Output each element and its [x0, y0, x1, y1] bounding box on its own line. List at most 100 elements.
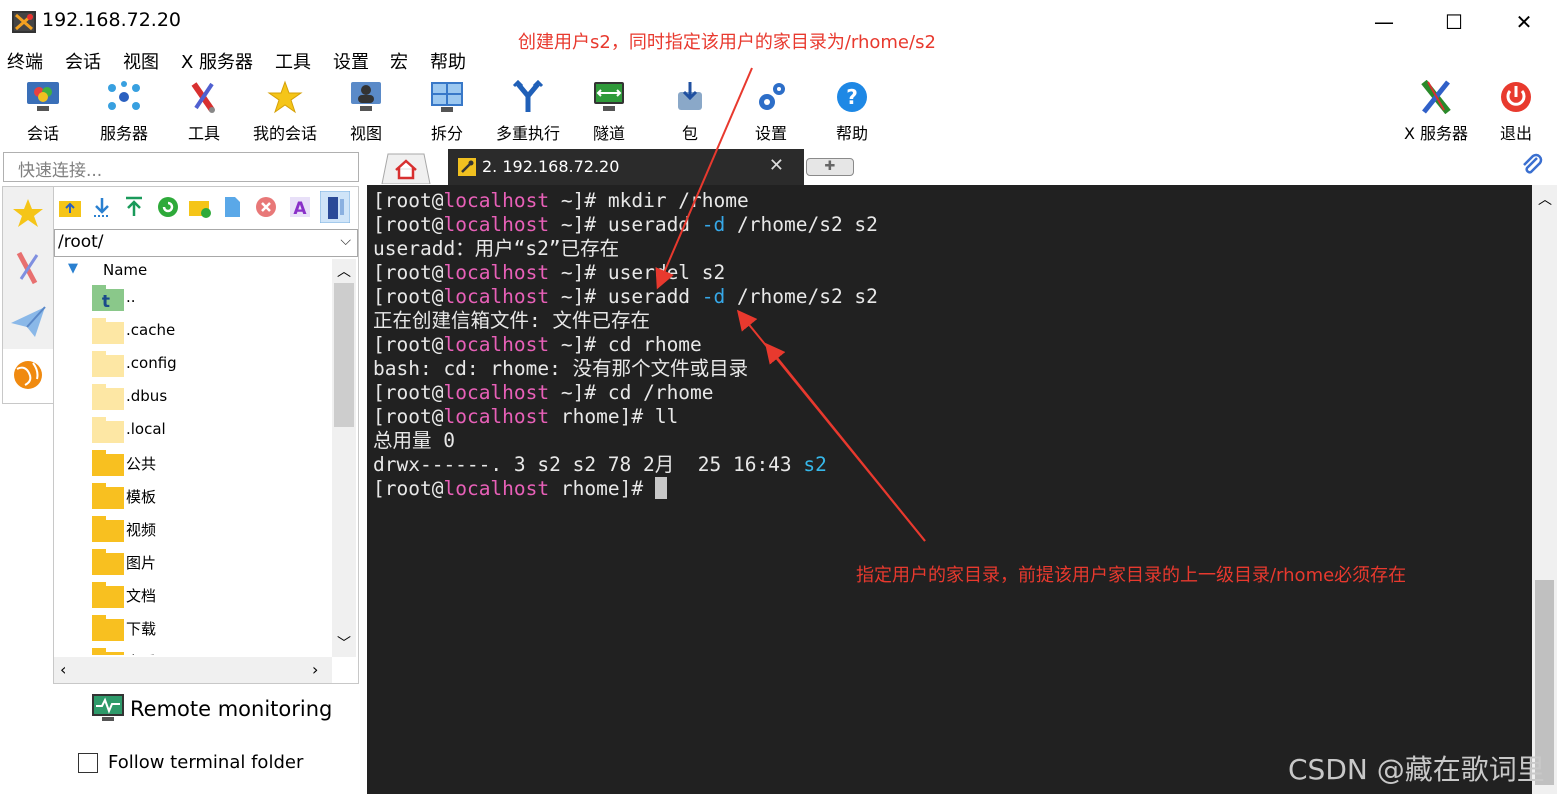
paperclip-icon[interactable]: [1519, 152, 1545, 178]
tab-session-192-168-72-20[interactable]: 2. 192.168.72.20 ✕: [448, 149, 804, 185]
sftp-path-input[interactable]: /root/ ⌵: [54, 229, 358, 257]
list-item[interactable]: .dbus: [90, 382, 330, 415]
minimize-button[interactable]: —: [1364, 8, 1404, 36]
menu-view[interactable]: 视图: [123, 48, 159, 74]
new-file-icon[interactable]: [220, 195, 244, 219]
toolbar-x-server-button[interactable]: X 服务器: [1398, 78, 1474, 144]
folder-icon: [92, 648, 124, 655]
maximize-button[interactable]: ☐: [1434, 8, 1474, 36]
paper-plane-icon: [11, 306, 46, 337]
terminal-view[interactable]: [root@localhost ~]# mkdir /rhome [root@lo…: [367, 185, 1532, 794]
delete-icon[interactable]: [254, 195, 278, 219]
toolbar-multiexec-button[interactable]: 多重执行: [493, 78, 563, 144]
command-text: cd rhome: [596, 333, 702, 356]
menu-terminal[interactable]: 终端: [7, 48, 43, 74]
toolbar-my-sessions-button[interactable]: 我的会话: [250, 78, 320, 144]
tab-close-icon[interactable]: ✕: [769, 155, 784, 176]
toolbar-split-button[interactable]: 拆分: [412, 78, 482, 144]
sidebar-tab-macros[interactable]: [3, 295, 53, 349]
help-icon: ?: [837, 82, 867, 112]
toolbar-settings-button[interactable]: 设置: [736, 78, 806, 144]
quick-connect-input[interactable]: 快速连接...: [3, 152, 359, 182]
new-folder-icon[interactable]: [188, 195, 212, 219]
menu-x-server[interactable]: X 服务器: [181, 48, 253, 74]
scroll-up-icon[interactable]: ︿: [1538, 189, 1552, 209]
menu-tools[interactable]: 工具: [275, 48, 311, 74]
ssh-key-icon: [458, 158, 476, 176]
prompt-dir: rhome: [560, 477, 620, 500]
close-button[interactable]: ✕: [1504, 8, 1544, 36]
home-tab[interactable]: [374, 150, 436, 184]
list-item[interactable]: .local: [90, 415, 330, 448]
toolbar-packages-button[interactable]: 包: [655, 78, 725, 144]
toolbar-help-button[interactable]: ? 帮助: [817, 78, 887, 144]
toolbar-tunneling-button[interactable]: 隧道: [574, 78, 644, 144]
list-item[interactable]: 下载: [90, 613, 330, 646]
prompt-user: root: [384, 261, 432, 284]
menu-sessions[interactable]: 会话: [65, 48, 101, 74]
output-text: drwx------. 3 s2 s2 78 2月 25 16:43: [373, 453, 804, 476]
list-item[interactable]: .cache: [90, 316, 330, 349]
sidebar-tab-sftp[interactable]: [3, 349, 53, 403]
toolbar-tools-button[interactable]: 工具: [169, 78, 239, 144]
list-item[interactable]: .config: [90, 349, 330, 382]
prompt-user: root: [384, 381, 432, 404]
list-item[interactable]: 模板: [90, 481, 330, 514]
list-item[interactable]: 文档: [90, 580, 330, 613]
list-item[interactable]: 公共: [90, 448, 330, 481]
list-item[interactable]: 音乐: [90, 646, 330, 655]
command-text: [643, 477, 655, 500]
follow-terminal-checkbox[interactable]: Follow terminal folder: [78, 752, 303, 773]
file-list-scrollbar[interactable]: ︿ ﹀: [332, 259, 356, 657]
folder-icon: [92, 417, 124, 443]
prompt-symbol: ]#: [572, 333, 597, 356]
chevron-down-icon[interactable]: ⌵: [340, 233, 351, 249]
folder-icon: [92, 318, 124, 344]
annotation-top: 创建用户s2，同时指定该用户的家目录为/rhome/s2: [518, 32, 936, 53]
refresh-icon[interactable]: [156, 195, 180, 219]
toolbar-session-button[interactable]: 会话: [8, 78, 78, 144]
file-list-header[interactable]: ▼ Name: [54, 259, 332, 283]
new-tab-button[interactable]: ✚: [806, 158, 854, 176]
terminal-scrollbar[interactable]: ︿: [1532, 185, 1557, 794]
prompt-user: root: [384, 333, 432, 356]
prompt-dir: ~: [560, 261, 573, 284]
scroll-down-icon[interactable]: ﹀: [337, 633, 351, 653]
sftp-toolbar: A: [54, 187, 358, 227]
star-icon: [13, 199, 43, 227]
properties-icon[interactable]: [320, 191, 350, 223]
menu-help[interactable]: 帮助: [430, 48, 466, 74]
toolbar-view-button[interactable]: 视图: [331, 78, 401, 144]
file-list-hscrollbar[interactable]: ‹ ›: [54, 657, 332, 683]
menu-macros[interactable]: 宏: [390, 48, 408, 74]
prompt-bracket: [: [373, 285, 385, 308]
terminal-line: [root@localhost ~]# useradd -d /rhome/s2…: [373, 285, 878, 309]
prompt-bracket: [: [373, 477, 385, 500]
list-item[interactable]: t ..: [90, 283, 330, 316]
menu-settings[interactable]: 设置: [333, 48, 369, 74]
remote-monitoring-button[interactable]: Remote monitoring: [92, 694, 332, 722]
toolbar-exit-button[interactable]: 退出: [1481, 78, 1551, 144]
terminal-line: bash: cd: rhome: 没有那个文件或目录: [373, 357, 878, 381]
parent-folder-icon[interactable]: [58, 195, 82, 219]
scrollbar-thumb[interactable]: [334, 283, 354, 427]
download-icon[interactable]: [90, 195, 114, 219]
list-item[interactable]: 视频: [90, 514, 330, 547]
toolbar-servers-button[interactable]: 服务器: [89, 78, 159, 144]
scroll-right-icon[interactable]: ›: [312, 660, 318, 679]
rename-icon[interactable]: A: [288, 195, 312, 219]
prompt-host: localhost: [443, 189, 550, 212]
upload-icon[interactable]: [122, 195, 146, 219]
checkbox-box[interactable]: [78, 753, 98, 773]
package-icon: [678, 82, 702, 110]
terminal-line: [root@localhost ~]# useradd -d /rhome/s2…: [373, 213, 878, 237]
list-item[interactable]: 图片: [90, 547, 330, 580]
scroll-up-icon[interactable]: ︿: [337, 261, 351, 281]
terminal-line: drwx------. 3 s2 s2 78 2月 25 16:43 s2: [373, 453, 878, 477]
sidebar-tab-sessions[interactable]: [3, 187, 53, 241]
sidebar-tab-tools[interactable]: [3, 241, 53, 295]
scroll-left-icon[interactable]: ‹: [60, 660, 66, 679]
